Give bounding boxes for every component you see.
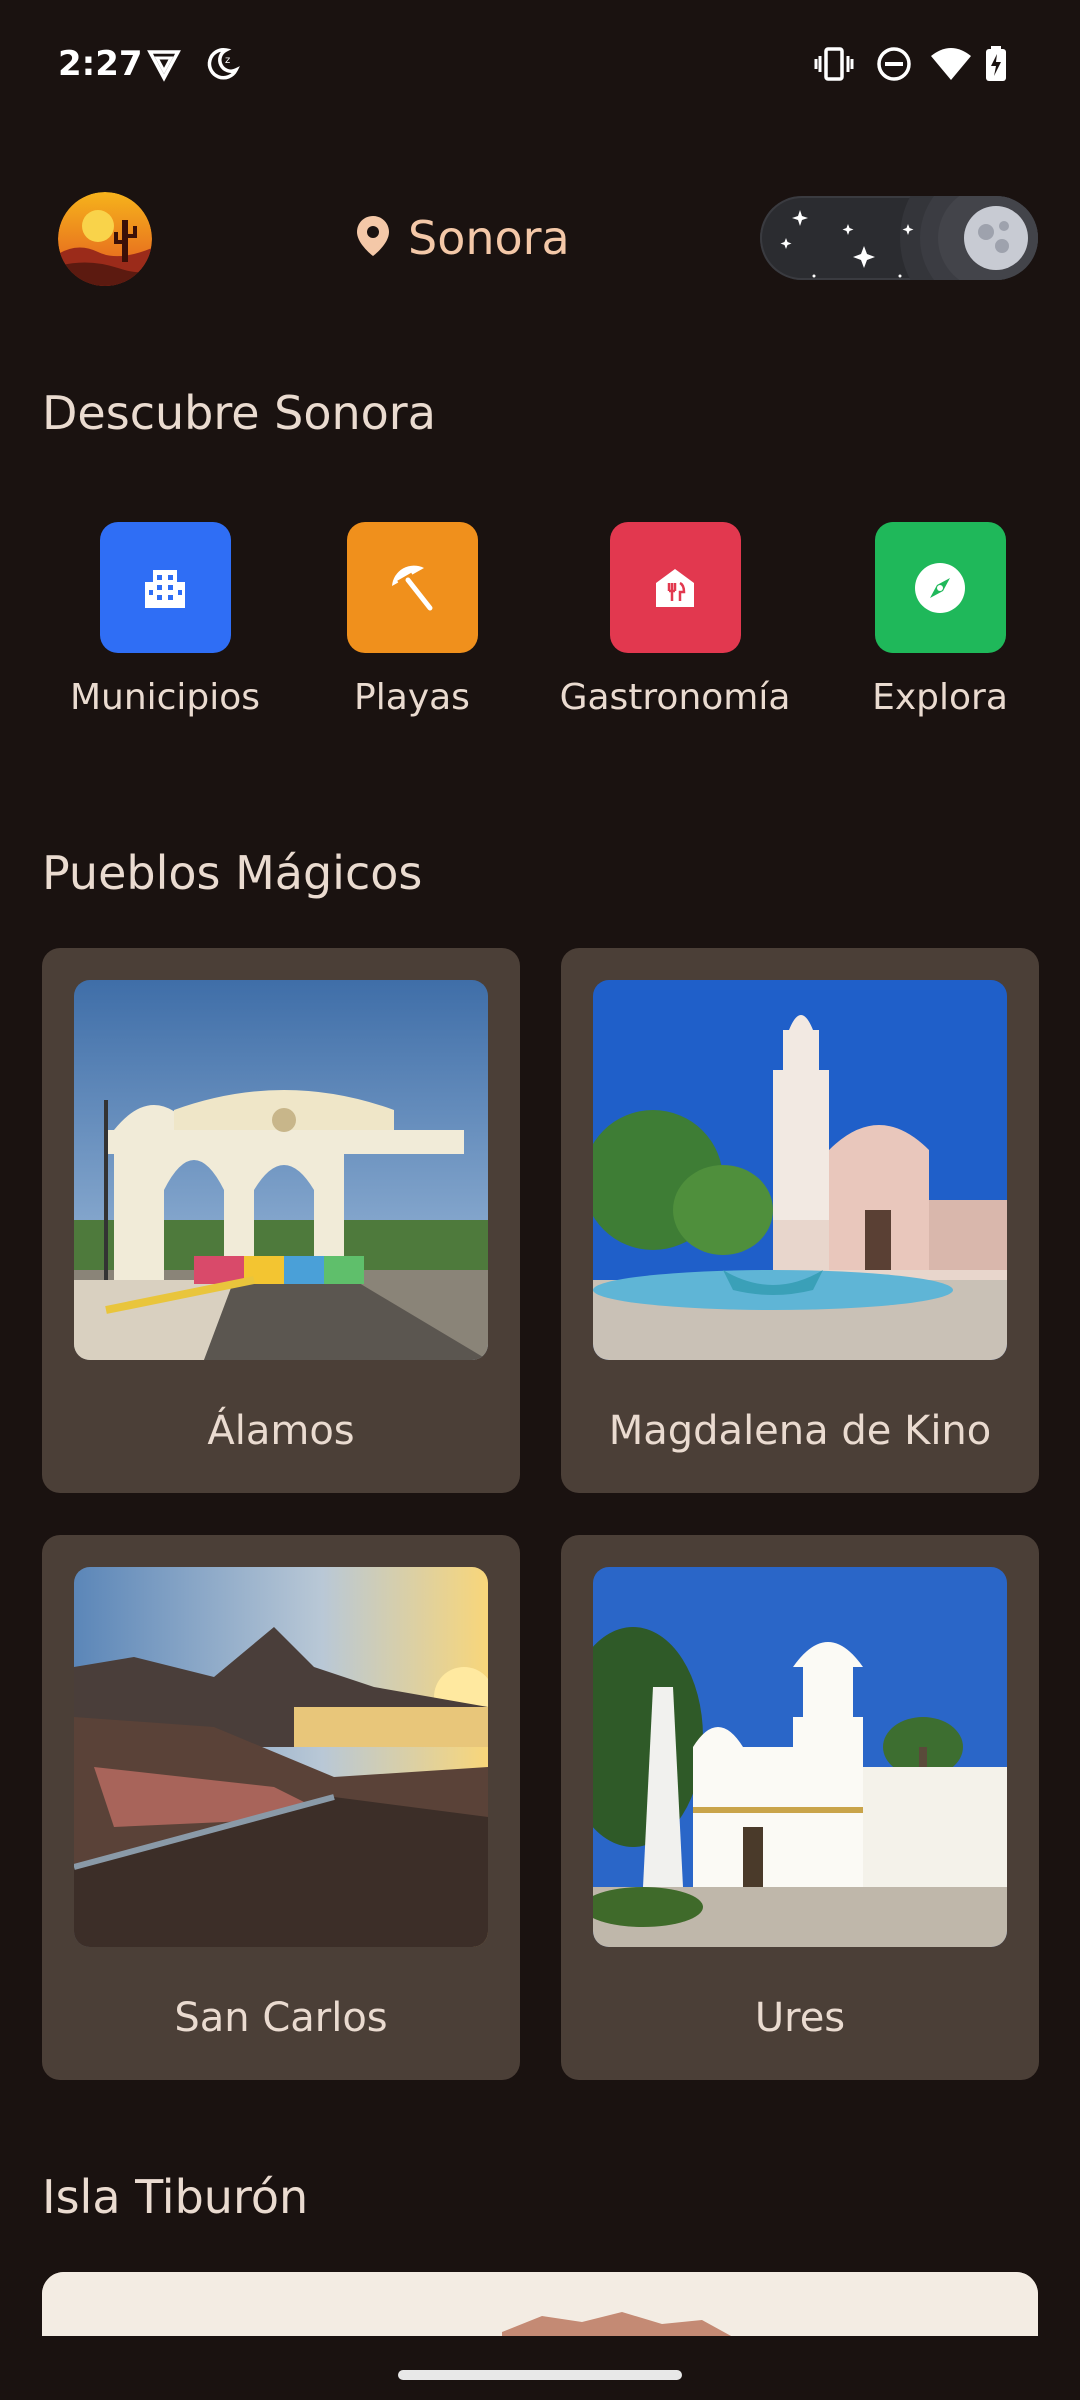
pueblo-card-san-carlos[interactable]: San Carlos [42,1535,520,2080]
category-municipios[interactable]: Municipios [65,522,265,718]
map-pin-icon [356,215,390,261]
moon-icon: z [204,46,240,86]
category-gastronomia[interactable]: Gastronomía [560,522,790,718]
pueblo-name: Álamos [207,1408,355,1454]
category-label: Playas [354,677,470,718]
system-nav-bar [0,2336,1080,2400]
restaurant-icon [609,522,741,653]
category-label: Municipios [69,677,261,718]
svg-text:z: z [225,55,230,66]
building-icon [99,522,231,653]
category-explora[interactable]: Explora [840,522,1040,718]
location-name: Sonora [408,211,570,265]
pueblo-name: Ures [754,1995,846,2041]
discover-title: Descubre Sonora [42,386,436,440]
pueblos-title: Pueblos Mágicos [42,846,423,900]
location-selector[interactable]: Sonora [356,208,570,268]
vibrate-icon [814,46,854,86]
pueblo-card-alamos[interactable]: Álamos [42,948,520,1493]
battery-icon [984,46,1008,86]
beach-umbrella-icon [346,522,478,653]
wifi-icon [930,46,972,86]
category-playas[interactable]: Playas [312,522,512,718]
pueblo-name: Magdalena de Kino [608,1408,992,1454]
alamos-photo [74,980,488,1360]
category-label: Gastronomía [559,677,791,718]
do-not-disturb-icon [876,46,912,86]
status-bar: 2:27 z [0,0,1080,130]
app-logo[interactable] [58,192,152,286]
category-label: Explora [872,677,1008,718]
pueblo-card-ures[interactable]: Ures [561,1535,1039,2080]
night-mode-toggle[interactable] [760,196,1038,280]
status-time: 2:27 [58,44,143,84]
compass-icon [874,522,1006,653]
isla-title: Isla Tiburón [42,2170,309,2224]
toggle-moon-knob [964,206,1028,270]
pueblo-name: San Carlos [174,1995,388,2041]
vpn-shield-icon [146,46,182,86]
san-carlos-photo [74,1567,488,1947]
magdalena-photo [593,980,1007,1360]
home-gesture-handle[interactable] [398,2370,682,2380]
ures-photo [593,1567,1007,1947]
pueblo-card-magdalena[interactable]: Magdalena de Kino [561,948,1039,1493]
